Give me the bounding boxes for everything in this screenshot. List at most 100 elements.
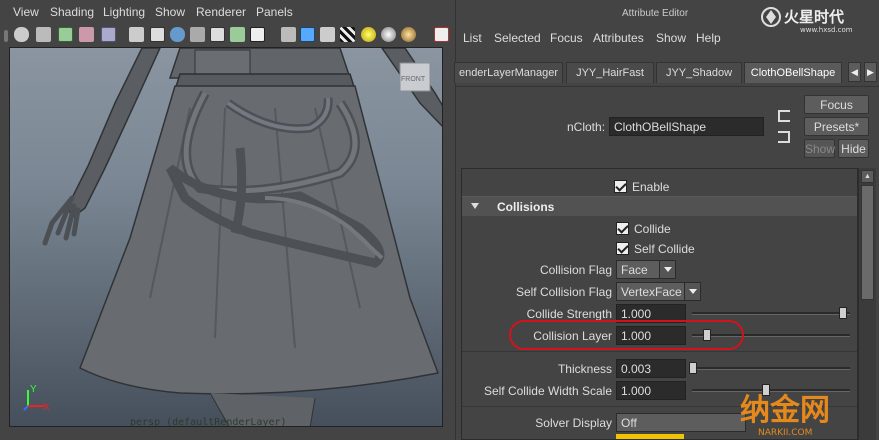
tab-scroll-left-icon[interactable]: ◀ [848,62,861,82]
collisions-section-title: Collisions [497,200,555,214]
collide-strength-slider-thumb[interactable] [839,307,847,319]
self-collide-width-scale-label: Self Collide Width Scale [483,384,612,398]
chevron-down-icon [659,261,675,278]
narkii-watermark-url: NARKII.COM [758,428,812,438]
tab-jyy-hairfast[interactable]: JYY_HairFast [566,62,654,83]
attribute-editor-panel: Attribute Editor List Selected Focus Att… [454,0,879,440]
collision-layer-label: Collision Layer [533,329,612,343]
collide-strength-field[interactable]: 1.000 [616,304,686,323]
menu-help[interactable]: Help [696,31,721,45]
menu-panels[interactable]: Panels [256,5,293,19]
character-model-render: FRONT Y X [23,48,442,426]
resolution-gate-icon[interactable] [434,27,449,42]
self-collide-checkbox[interactable] [616,242,629,255]
chevron-down-icon [684,283,700,300]
tab-scroll-right-icon[interactable]: ▶ [864,62,877,82]
bookmark-icon[interactable] [58,27,73,42]
menu-show[interactable]: Show [155,5,185,19]
checker-icon[interactable] [340,27,355,42]
cube-icon[interactable] [281,27,296,42]
menu-renderer[interactable]: Renderer [196,5,246,19]
node-type-label: nCloth: [567,120,606,134]
tab-clothobellshape[interactable]: ClothOBellShape [744,62,842,83]
camera-icon[interactable] [14,27,29,42]
self-collision-flag-value: VertexFace [621,285,682,299]
viewport-3d-view[interactable]: FRONT Y X persp (defaultRenderLayer) [9,47,443,427]
wireframe-icon[interactable] [129,27,144,42]
hide-button[interactable]: Hide [838,139,869,158]
menu-shading[interactable]: Shading [50,5,94,19]
toolbar-handle-icon [4,30,8,42]
narkii-watermark-logo: 纳金网 NARKII.COM [740,393,830,438]
text-icon[interactable] [250,27,265,42]
collide-checkbox[interactable] [616,222,629,235]
show-button[interactable]: Show [804,139,835,158]
collision-layer-slider[interactable] [692,334,850,337]
thickness-field[interactable]: 0.003 [616,359,686,378]
collide-label: Collide [634,222,671,236]
image-plane-icon[interactable] [79,27,94,42]
input-connection-icon[interactable] [778,110,790,122]
lights-icon[interactable] [210,27,225,42]
shadow-icon[interactable] [401,27,416,42]
all-lights-icon[interactable] [381,27,396,42]
collide-strength-label: Collide Strength [526,307,612,321]
collision-flag-value: Face [621,263,648,277]
thickness-label: Thickness [557,362,612,376]
collision-layer-field[interactable]: 1.000 [616,326,686,345]
menu-focus[interactable]: Focus [550,31,583,45]
smooth-shade-icon[interactable] [150,27,165,42]
textured-icon[interactable] [190,27,205,42]
enable-label: Enable [632,180,670,194]
menu-lighting[interactable]: Lighting [103,5,145,19]
node-name-field[interactable]: ClothOBellShape [609,117,764,136]
axis-y-label: Y [30,384,37,395]
self-collide-width-scale-field[interactable]: 1.000 [616,381,686,400]
menu-view[interactable]: View [13,5,39,19]
viewport-toolbar [0,24,455,46]
backface-icon[interactable] [320,27,335,42]
presets-button[interactable]: Presets* [804,117,869,136]
flat-shade-icon[interactable] [170,27,185,42]
self-collision-flag-label: Self Collision Flag [515,285,612,299]
output-connection-icon[interactable] [778,131,790,143]
solver-display-label: Solver Display [535,416,612,430]
camera-label: persp (defaultRenderLayer) [130,417,287,427]
solver-display-value: Off [621,416,637,430]
menu-show[interactable]: Show [656,31,686,45]
hxsd-watermark-url: www.hxsd.com [800,26,853,34]
scroll-up-icon[interactable]: ▲ [861,170,874,183]
menu-selected[interactable]: Selected [494,31,541,45]
xray-icon[interactable] [230,27,245,42]
thickness-slider[interactable] [692,367,850,370]
viewport-panel: View Shading Lighting Show Renderer Pane… [0,0,455,440]
grid-icon[interactable] [101,27,116,42]
collision-layer-slider-thumb[interactable] [703,329,711,341]
tab-renderlayermanager[interactable]: enderLayerManager [454,62,563,83]
display-color-swatch[interactable] [616,434,684,439]
viewport-menubar: View Shading Lighting Show Renderer Pane… [0,0,455,24]
attribute-editor-title: Attribute Editor [622,8,689,19]
section-divider [462,351,857,352]
self-collision-flag-dropdown[interactable]: VertexFace [616,282,701,301]
collision-flag-label: Collision Flag [539,263,612,277]
scrollbar-thumb[interactable] [861,185,874,300]
axis-x-label: X [43,402,50,413]
default-light-icon[interactable] [361,27,376,42]
collide-strength-slider[interactable] [692,312,850,315]
menu-attributes[interactable]: Attributes [593,31,644,45]
isolate-icon[interactable] [300,27,315,42]
section-collapse-icon[interactable] [471,203,479,209]
camera-attr-icon[interactable] [36,27,51,42]
menu-list[interactable]: List [463,31,482,45]
thickness-slider-thumb[interactable] [689,362,697,374]
viewcube-label[interactable]: FRONT [401,76,426,83]
node-tabs: enderLayerManager JYY_HairFast JYY_Shado… [454,62,879,84]
collision-flag-dropdown[interactable]: Face [616,260,676,279]
collisions-section-header[interactable]: Collisions [462,196,857,216]
narkii-watermark-text: 纳金网 [740,393,830,428]
enable-checkbox[interactable] [614,180,627,193]
focus-button[interactable]: Focus [804,95,869,114]
solver-display-dropdown[interactable]: Off [616,413,746,432]
tab-jyy-shadow[interactable]: JYY_Shadow [656,62,742,83]
